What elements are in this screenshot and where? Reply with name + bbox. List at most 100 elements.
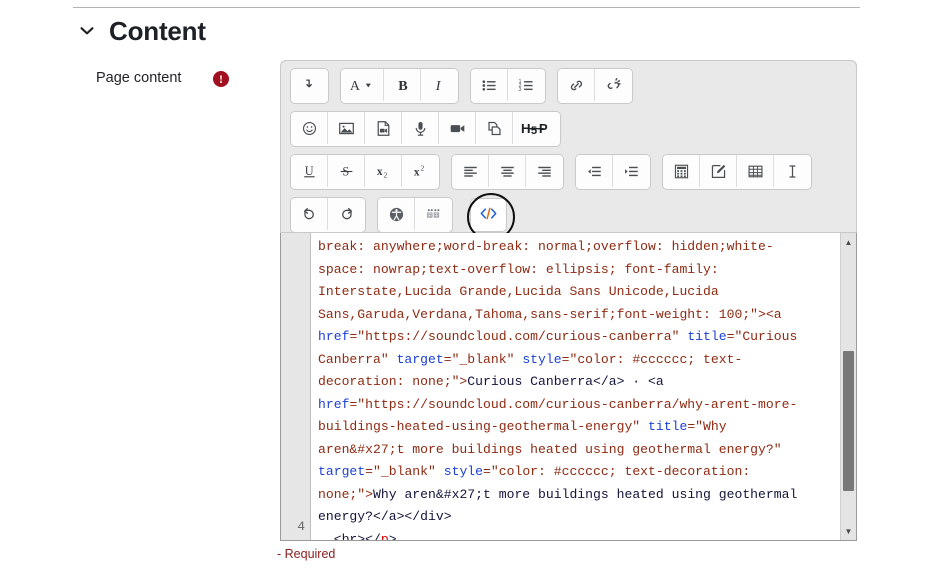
emoji-button[interactable] [291,112,328,144]
subscript-button[interactable]: x 2 [365,155,402,187]
align-left-icon [462,163,479,180]
toolbar-group-lists: 1 2 3 [470,68,546,104]
code-line: href="https://soundcloud.com/curious-can… [318,329,798,344]
italic-button[interactable]: I [421,69,458,101]
redo-arrow-icon [338,206,355,223]
link-button[interactable] [558,69,595,101]
code-line: <br></p> [318,531,397,541]
toolbar-toggle-button[interactable] [291,69,328,101]
image-button[interactable] [328,112,365,144]
equation-button[interactable] [663,155,700,187]
svg-text:2: 2 [383,170,387,179]
page-content-label: Page content [96,70,182,86]
toolbar-row-3: U S x 2 x 2 [290,154,847,190]
rich-text-editor: A B I 1 2 3 H 5 P U S x 2 x 2 4 break: a… [280,60,857,541]
smiley-face-icon [301,120,318,137]
bold-icon: B [394,77,411,94]
code-line: href="https://soundcloud.com/curious-can… [318,396,798,412]
font-style-button[interactable]: A [341,69,384,101]
align-left-button[interactable] [452,155,489,187]
numbered-list-icon: 1 2 3 [518,77,535,94]
code-angle-brackets-icon [479,205,498,225]
outdent-button[interactable] [576,155,613,187]
code-line: aren&#x27;t more buildings heated using … [318,441,782,457]
accessibility-checker-button[interactable] [378,198,415,230]
indent-button[interactable] [613,155,650,187]
calculator-equation-icon [673,163,690,180]
align-right-icon [536,163,553,180]
svg-text:3: 3 [519,87,522,93]
svg-text:A: A [350,79,361,94]
underline-button[interactable]: U [291,155,328,187]
braille-dots-icon [425,206,442,223]
align-center-button[interactable] [489,155,526,187]
special-character-button[interactable] [774,155,811,187]
chevron-down-icon[interactable] [78,22,96,40]
link-icon [568,77,585,94]
editor-scrollbar[interactable]: ▲ ▼ [840,233,856,540]
code-line: target="_blank" style="color: #cccccc; t… [318,464,751,479]
copy-files-icon [486,120,503,137]
image-icon [338,120,355,137]
unlink-icon [605,77,622,94]
code-line: space: nowrap;text-overflow: ellipsis; f… [318,261,727,277]
scrollbar-thumb[interactable] [843,351,854,491]
html-source-button[interactable] [470,198,507,232]
microphone-icon [412,120,429,137]
superscript-button[interactable]: x 2 [402,155,439,187]
text-cursor-icon [784,163,801,180]
indent-icon [623,163,640,180]
numbered-list-button[interactable]: 1 2 3 [508,69,545,101]
underline-icon: U [301,163,318,180]
code-line: Canberra" target="_blank" style="color: … [318,351,743,367]
undo-button[interactable] [291,198,328,230]
superscript-icon: x 2 [412,163,429,180]
bulleted-list-button[interactable] [471,69,508,101]
code-line: energy?</a></div> [318,509,452,524]
table-button[interactable] [737,155,774,187]
toolbar-group-media: H 5 P [290,111,561,147]
code-line: Sans,Garuda,Verdana,Tahoma,sans-serif;fo… [318,306,782,322]
screenreader-helper-button[interactable] [415,198,452,230]
bold-button[interactable]: B [384,69,421,101]
code-line: buildings-heated-using-geothermal-energy… [318,419,727,434]
line-number: 4 [297,519,305,534]
code-text-content[interactable]: break: anywhere;word-break: normal;overf… [311,233,840,540]
line-number-gutter: 4 [281,233,311,540]
svg-text:x: x [376,165,382,177]
pencil-box-icon [710,163,727,180]
manage-files-button[interactable] [476,112,513,144]
toolbar-group-indent [575,154,651,190]
svg-text:B: B [398,78,408,94]
unlink-button[interactable] [595,69,632,101]
toolbar-group-toggle [290,68,329,104]
redo-button[interactable] [328,198,365,230]
media-file-button[interactable] [365,112,402,144]
align-right-button[interactable] [526,155,563,187]
code-line: decoration: none;">Curious Canberra</a> … [318,374,664,389]
video-record-button[interactable] [439,112,476,144]
required-note: - Required [277,547,336,561]
font-style-a-dropdown-icon: A [348,77,376,94]
svg-text:2: 2 [421,163,425,172]
code-line: none;">Why aren&#x27;t more buildings he… [318,486,798,502]
audio-record-button[interactable] [402,112,439,144]
html-source-editor[interactable]: 4 break: anywhere;word-break: normal;ove… [280,233,857,541]
align-center-icon [499,163,516,180]
chemistry-button[interactable] [700,155,737,187]
toolbar-group-links [557,68,633,104]
editor-toolbar: A B I 1 2 3 H 5 P U S x 2 x 2 [280,60,857,241]
scroll-down-arrow-icon[interactable]: ▼ [841,524,856,538]
html-source-button-annotation [466,193,515,241]
toolbar-group-history [290,197,366,233]
video-camera-icon [449,120,466,137]
code-line: Interstate,Lucida Grande,Lucida Sans Uni… [318,284,727,299]
content-section-header[interactable]: Content [78,18,206,44]
scroll-up-arrow-icon[interactable]: ▲ [841,235,856,249]
h5p-logo-icon: H 5 P [520,120,554,137]
strikethrough-button[interactable]: S [328,155,365,187]
svg-text:x: x [414,166,420,178]
h5p-button[interactable]: H 5 P [513,112,560,144]
page-title: Content [109,16,206,46]
svg-text:I: I [435,78,442,94]
